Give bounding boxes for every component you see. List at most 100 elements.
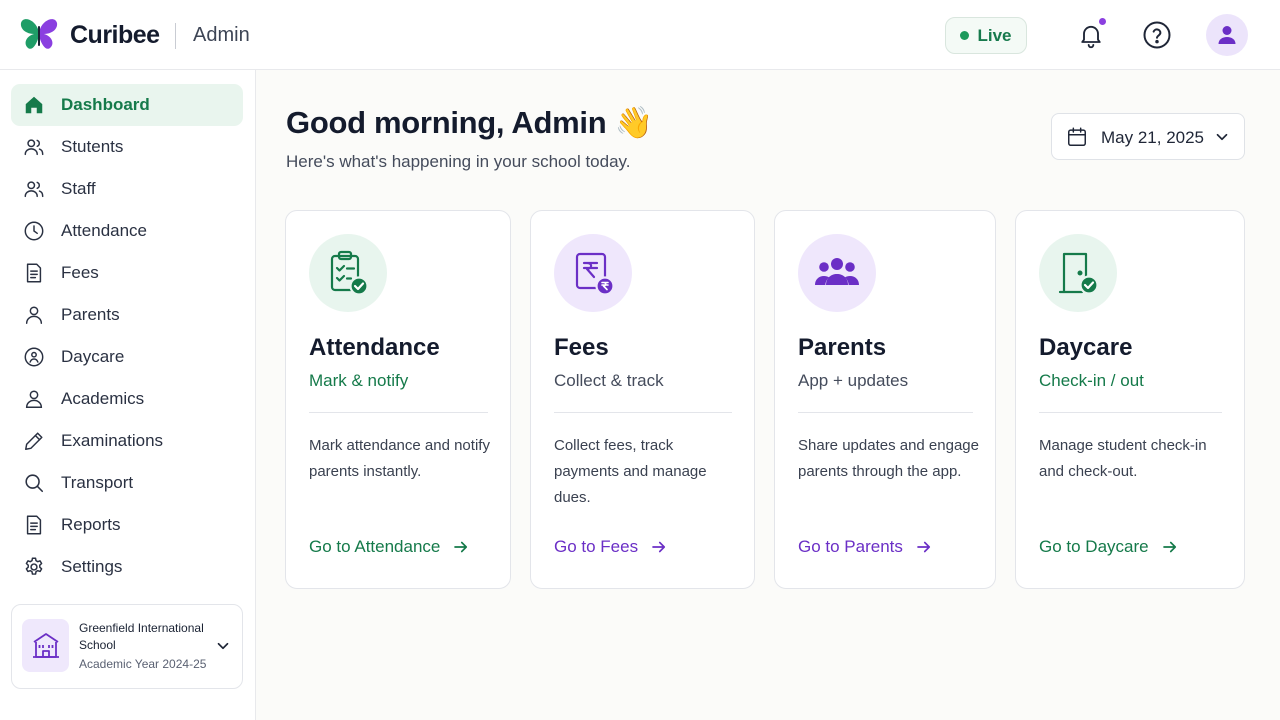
card-tagline: App + updates xyxy=(798,371,909,390)
card-divider xyxy=(798,412,973,413)
sidebar-item-daycare[interactable]: Daycare xyxy=(11,336,243,378)
sidebar-item-label: Academics xyxy=(61,389,145,408)
live-dot-icon xyxy=(960,31,970,40)
sidebar-item-attendance[interactable]: Attendance xyxy=(11,210,243,252)
group-icon xyxy=(815,258,859,285)
sidebar-item-label: Fees xyxy=(61,263,99,282)
card-title: Fees xyxy=(554,334,609,361)
school-switcher[interactable]: Greenfield International School Academic… xyxy=(11,604,243,689)
user-avatar[interactable] xyxy=(1206,14,1248,56)
card-tagline: Check-in / out xyxy=(1039,371,1144,390)
sidebar-item-transport[interactable]: Transport xyxy=(11,462,243,504)
help-button[interactable] xyxy=(1137,15,1177,55)
sidebar-item-label: Parents xyxy=(61,305,120,324)
page-title: Good morning, Admin 👋 xyxy=(286,105,653,140)
sidebar-item-label: Examinations xyxy=(61,431,164,450)
card-divider xyxy=(554,412,732,413)
sidebar-item-parents[interactable]: Parents xyxy=(11,294,243,336)
card-title: Attendance xyxy=(309,334,440,361)
card-description: Share updates and engage parents through… xyxy=(798,437,979,480)
sidebar-item-academics[interactable]: Academics xyxy=(11,378,243,420)
sidebar-item-label: Transport xyxy=(61,473,134,492)
rupee-invoice-icon xyxy=(575,252,615,296)
sidebar-item-label: Attendance xyxy=(61,221,148,240)
selected-date: May 21, 2025 xyxy=(1101,128,1205,147)
date-picker[interactable]: May 21, 2025 xyxy=(1051,113,1245,160)
card-icon-bg xyxy=(1039,234,1117,312)
child-icon xyxy=(23,346,45,368)
sidebar-item-dashboard[interactable]: Dashboard xyxy=(11,84,243,126)
arrow-right-icon xyxy=(652,541,666,553)
chevron-down-icon xyxy=(1216,133,1228,141)
card-tagline: Mark & notify xyxy=(309,371,409,390)
sidebar-item-fees[interactable]: Fees xyxy=(11,252,243,294)
card-description: Mark attendance and notify parents insta… xyxy=(309,437,490,480)
users-icon xyxy=(23,136,45,158)
notifications-button[interactable] xyxy=(1071,15,1111,55)
help-icon xyxy=(1143,21,1171,49)
sidebar-item-reports[interactable]: Reports xyxy=(11,504,243,546)
card-tagline: Collect & track xyxy=(554,371,664,390)
card-title: Parents xyxy=(798,334,887,361)
link-label: Go to Attendance xyxy=(309,537,441,556)
card-icon-bg xyxy=(554,234,632,312)
top-bar: Curibee Admin Live xyxy=(0,0,1280,70)
notification-dot xyxy=(1098,17,1107,26)
gear-icon xyxy=(23,556,45,578)
parents-card: Parents App + updates Share updates and … xyxy=(774,210,996,589)
brand-name: Curibee xyxy=(70,21,160,49)
chevron-down-icon xyxy=(217,642,229,650)
page-subtitle: Here's what's happening in your school t… xyxy=(286,152,631,171)
card-divider xyxy=(1039,412,1222,413)
live-status-badge[interactable]: Live xyxy=(945,17,1027,54)
go-to-daycare-link[interactable]: Go to Daycare xyxy=(1039,537,1179,557)
sidebar-item-label: Stutents xyxy=(61,137,124,156)
card-icon-bg xyxy=(798,234,876,312)
door-check-icon xyxy=(1058,252,1099,295)
go-to-attendance-link[interactable]: Go to Attendance xyxy=(309,537,470,557)
brand-divider xyxy=(175,23,176,49)
card-description: Manage student check-in and check-out. xyxy=(1039,437,1207,480)
clipboard-check-icon xyxy=(330,250,369,296)
clock-icon xyxy=(23,220,45,242)
school-name: Greenfield International School xyxy=(79,621,204,652)
link-label: Go to Parents xyxy=(798,537,903,556)
go-to-fees-link[interactable]: Go to Fees xyxy=(554,537,668,557)
link-label: Go to Daycare xyxy=(1039,537,1149,556)
sidebar-item-label: Settings xyxy=(61,557,123,576)
arrow-right-icon xyxy=(454,541,468,553)
document-icon xyxy=(23,262,45,284)
arrow-right-icon xyxy=(1162,541,1176,553)
link-label: Go to Fees xyxy=(554,537,639,556)
daycare-card: Daycare Check-in / out Manage student ch… xyxy=(1015,210,1245,589)
card-description: Collect fees, track payments and manage … xyxy=(554,437,707,506)
live-label: Live xyxy=(977,25,1012,45)
sidebar-item-label: Staff xyxy=(61,179,96,198)
sidebar: Dashboard Stutents Staff Attendance Fees… xyxy=(0,70,256,720)
person-icon xyxy=(23,304,45,326)
sidebar-item-label: Daycare xyxy=(61,347,125,366)
brand-subtitle: Admin xyxy=(193,24,250,46)
butterfly-logo-icon xyxy=(20,19,58,49)
card-title: Daycare xyxy=(1039,334,1133,361)
school-icon xyxy=(22,619,69,672)
calendar-icon xyxy=(1068,127,1086,146)
card-icon-bg xyxy=(309,234,387,312)
sidebar-item-label: Dashboard xyxy=(61,95,150,114)
academics-icon xyxy=(23,388,45,410)
report-icon xyxy=(23,514,45,536)
pencil-icon xyxy=(23,430,45,452)
sidebar-item-label: Reports xyxy=(61,515,121,534)
user-icon xyxy=(1218,26,1236,44)
search-icon xyxy=(23,472,45,494)
arrow-right-icon xyxy=(917,541,930,553)
card-divider xyxy=(309,412,488,413)
sidebar-item-staff[interactable]: Staff xyxy=(11,168,243,210)
sidebar-item-students[interactable]: Stutents xyxy=(11,126,243,168)
sidebar-item-settings[interactable]: Settings xyxy=(11,546,243,588)
home-icon xyxy=(23,94,45,116)
go-to-parents-link[interactable]: Go to Parents xyxy=(798,537,933,557)
academic-year: Academic Year 2024-25 xyxy=(79,657,207,671)
sidebar-item-examinations[interactable]: Examinations xyxy=(11,420,243,462)
staff-icon xyxy=(23,178,45,200)
